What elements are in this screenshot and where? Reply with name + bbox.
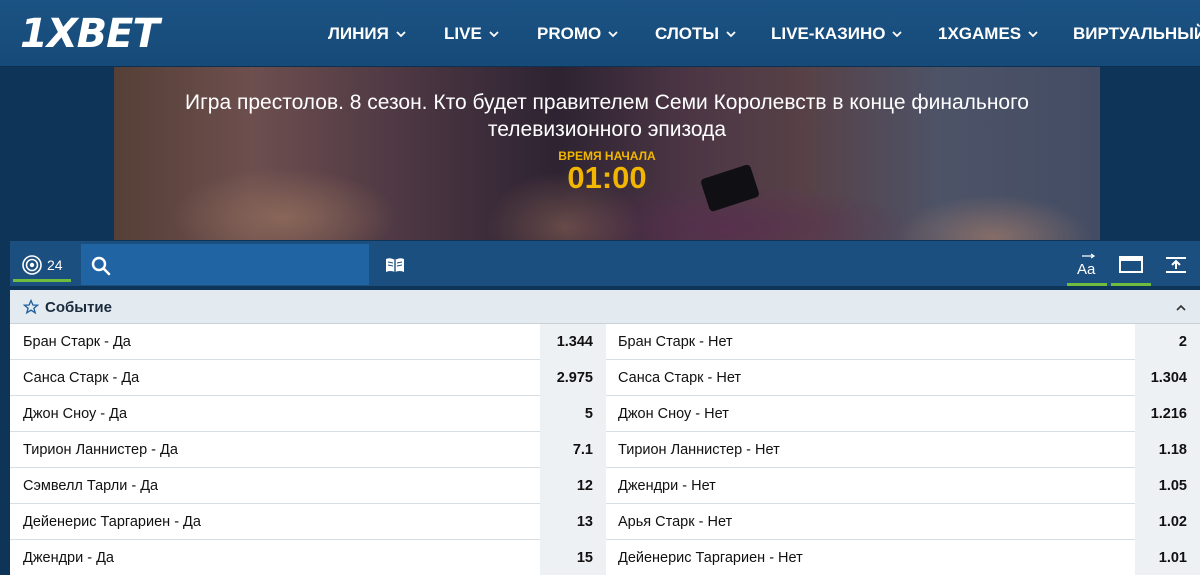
svg-text:Aa: Aa [1077,261,1096,278]
live-filter-button[interactable]: 24 [13,250,71,282]
outcome-name-no: Дейенерис Таргариен - Нет [618,550,803,566]
outcome-name-yes: Дейенерис Таргариен - Да [23,514,201,530]
chevron-down-icon [489,31,499,38]
event-banner: Игра престолов. 8 сезон. Кто будет прави… [114,67,1100,240]
logo-prefix: 1X [20,11,78,57]
nav-item-label: LIVE [444,24,482,43]
live-icon [22,254,42,275]
outcome-name-no: Санса Старк - Нет [618,370,742,386]
chevron-down-icon [726,31,736,38]
search-input[interactable] [119,244,359,285]
odd-button-yes[interactable]: 2.975 [540,360,606,396]
outcome-name-yes: Тирион Ланнистер - Да [23,442,178,458]
outcome-name-no: Джендри - Нет [618,478,716,494]
odd-button-no[interactable]: 1.05 [1135,468,1200,504]
window-view-button[interactable] [1111,246,1151,286]
search-icon[interactable] [91,256,111,276]
table-row: Санса Старк - Да 2.975 Санса Старк - Нет 1.… [10,360,1200,396]
odd-button-no[interactable]: 1.01 [1135,540,1200,575]
table-row: Тирион Ланнистер - Да 7.1 Тирион Ланнистер… [10,432,1200,468]
nav-item-label: ЛИНИЯ [328,24,389,43]
outcome-name-yes: Бран Старк - Да [23,334,131,350]
table-row: Сэмвелл Тарли - Да 12 Джендри - Нет 1.05 [10,468,1200,504]
outcome-name-no: Джон Сноу - Нет [618,406,729,422]
table-header-title: Событие [45,299,112,316]
star-icon[interactable] [23,299,39,315]
odd-button-yes[interactable]: 5 [540,396,606,432]
outcome-name-yes: Джон Сноу - Да [23,406,128,422]
outcome-name-no: Арья Старк - Нет [618,514,733,530]
start-time-value: 01:00 [567,160,647,195]
font-size-button[interactable]: Aa [1067,246,1107,286]
logo[interactable]: 1X BET [20,11,160,57]
odd-button-yes[interactable]: 12 [540,468,606,504]
chevron-down-icon [608,31,618,38]
event-toolbar: 24 Aa [10,241,1200,286]
table-row: Джон Сноу - Да 5 Джон Сноу - Нет 1.216 [10,396,1200,432]
odd-button-yes[interactable]: 13 [540,504,606,540]
book-icon[interactable] [384,254,406,276]
nav-item-label: СЛОТЫ [655,24,720,43]
chevron-down-icon [396,31,406,38]
chevron-down-icon [892,31,903,38]
odd-button-yes[interactable]: 15 [540,540,606,575]
odds-table: Событие Бран Старк - Да 1.344 Бран Старк -… [10,290,1200,575]
odd-button-no[interactable]: 1.18 [1135,432,1200,468]
table-row: Дейенерис Таргариен - Да 13 Арья Старк - Н… [10,504,1200,540]
nav-item-virtual[interactable]: ВИРТУАЛЬНЫЙ [1073,24,1200,44]
odd-button-no[interactable]: 2 [1135,324,1200,360]
chevron-down-icon [1028,31,1038,38]
banner-title: Игра престолов. 8 сезон. Кто будет прави… [185,91,1029,141]
nav-item-label: ВИРТУАЛЬНЫЙ [1073,24,1200,43]
font-size-icon: Aa [1077,253,1096,278]
live-count: 24 [47,256,63,273]
window-view-icon [1119,255,1143,273]
outcome-name-no: Тирион Ланнистер - Нет [618,442,780,458]
odd-button-no[interactable]: 1.02 [1135,504,1200,540]
table-row: Джендри - Да 15 Дейенерис Таргариен - Нет 1… [10,540,1200,575]
outcome-name-yes: Джендри - Да [23,550,114,566]
nav-item-line[interactable]: ЛИНИЯ [328,24,407,44]
nav-item-promo[interactable]: PROMO [537,24,619,44]
outcome-name-no: Бран Старк - Нет [618,334,733,350]
odd-button-yes[interactable]: 7.1 [540,432,606,468]
nav-item-label: 1XGAMES [938,24,1022,43]
outcome-name-yes: Санса Старк - Да [23,370,140,386]
nav-item-label: LIVE-КАЗИНО [771,24,886,43]
logo-suffix: BET [76,11,160,57]
odd-button-no[interactable]: 1.216 [1135,396,1200,432]
nav-item-label: PROMO [537,24,602,43]
chevron-up-icon[interactable] [1174,301,1188,315]
top-navigation-bar: 1X BET ЛИНИЯ LIVE PROMO СЛОТЫ LIVE-КАЗИНО… [0,0,1200,67]
table-header: Событие [10,290,1200,324]
odd-button-yes[interactable]: 1.344 [540,324,606,360]
nav-item-live[interactable]: LIVE [444,24,500,44]
pin-top-icon [1166,257,1186,273]
outcome-name-yes: Сэмвелл Тарли - Да [23,478,159,494]
nav-item-live-casino[interactable]: LIVE-КАЗИНО [771,24,903,44]
table-row: Бран Старк - Да 1.344 Бран Старк - Нет 2 [10,324,1200,360]
nav-item-slots[interactable]: СЛОТЫ [655,24,737,44]
search-box[interactable] [81,244,369,285]
odd-button-no[interactable]: 1.304 [1135,360,1200,396]
pin-top-button[interactable] [1156,246,1196,286]
nav-item-1xgames[interactable]: 1XGAMES [938,24,1039,44]
